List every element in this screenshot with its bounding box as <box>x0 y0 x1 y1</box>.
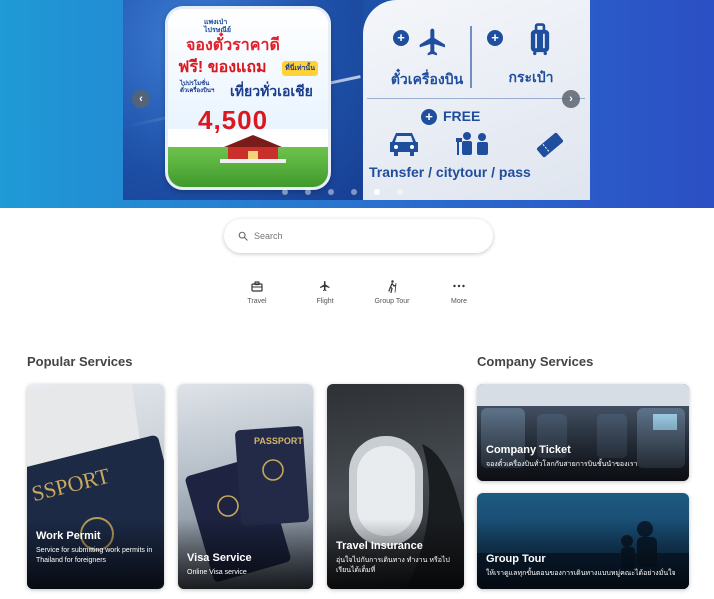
card-title: Work Permit <box>36 530 101 542</box>
category-group-tour[interactable]: Group Tour <box>367 279 417 305</box>
promo-small-line-1: แพงเป่า <box>204 19 228 26</box>
carousel-dot[interactable] <box>397 189 403 195</box>
ticket-icon <box>537 132 563 158</box>
car-icon <box>390 133 418 156</box>
carousel-dot[interactable] <box>282 189 288 195</box>
extras-label: Transfer / citytour / pass <box>369 164 531 180</box>
extras-icons <box>373 130 583 160</box>
temple-illustration <box>220 135 286 163</box>
banner-flight-service: + ตั๋วเครื่องบิน <box>377 22 477 91</box>
airplane-icon <box>419 28 445 56</box>
category-flight[interactable]: Flight <box>300 279 350 305</box>
hiker-icon <box>388 279 397 293</box>
service-card-travel-insurance[interactable]: Travel Insurance อุ่นใจไปกับการเดินทาง ท… <box>327 384 464 589</box>
promo-sub-small-2: ตั๋วเครื่องบินฯ <box>180 88 215 94</box>
tour-group-icon <box>456 132 488 155</box>
promo-sub-small-1: ไปปรโมชั่น <box>180 81 210 87</box>
carousel-dot[interactable] <box>305 189 311 195</box>
more-dots-icon <box>453 284 465 288</box>
banner-bag-service: + กระเป๋า <box>481 22 581 89</box>
promo-banner[interactable]: แพงเป่า ไปรษณีย์ จองตั๋วราคาดี ฟรี! ของแ… <box>123 0 590 200</box>
service-card-company-ticket[interactable]: Company Ticket จองตั๋วเครื่องบินทั่วโลกก… <box>477 384 689 481</box>
hero-section: แพงเป่า ไปรษณีย์ จองตั๋วราคาดี ฟรี! ของแ… <box>0 0 714 208</box>
free-label: FREE <box>443 108 481 124</box>
service-card-visa[interactable]: PASSPORT Visa Service Online Visa servic… <box>178 384 313 589</box>
carousel-next-button[interactable]: › <box>562 90 580 108</box>
popular-services-title: Popular Services <box>27 354 133 369</box>
card-title: Company Ticket <box>486 444 571 456</box>
banner-promo-panel: แพงเป่า ไปรษณีย์ จองตั๋วราคาดี ฟรี! ของแ… <box>123 0 363 200</box>
promo-sub-headline: เที่ยวทั่วเอเชีย <box>230 83 313 99</box>
category-label: Group Tour <box>374 298 410 305</box>
carousel-dot[interactable] <box>328 189 334 195</box>
promo-card: แพงเป่า ไปรษณีย์ จองตั๋วราคาดี ฟรี! ของแ… <box>165 6 331 190</box>
category-travel[interactable]: Travel <box>232 279 282 305</box>
promo-headline-2: ฟรี! ของแถม <box>178 59 267 76</box>
plus-icon: + <box>421 109 437 126</box>
category-more[interactable]: More <box>434 279 484 305</box>
plus-icon: + <box>393 30 409 46</box>
passport-text: PASSPORT <box>254 436 303 446</box>
search-icon <box>238 231 248 241</box>
category-label: More <box>451 298 467 305</box>
card-shade <box>327 519 464 589</box>
promo-price: 4,500 <box>198 105 269 135</box>
card-description: Service for submitting work permits in T… <box>36 547 153 564</box>
carousel-prev-button[interactable]: ‹ <box>132 90 150 108</box>
card-description: จองตั๋วเครื่องบินทั่วโลกกับสายการบินชั้น… <box>486 461 638 468</box>
divider <box>367 98 585 99</box>
flight-label: ตั๋วเครื่องบิน <box>390 71 464 87</box>
service-card-group-tour[interactable]: Group Tour ให้เราดูแลทุกขั้นตอนของการเดิ… <box>477 493 689 589</box>
banner-services-panel: + ตั๋วเครื่องบิน + กระเป๋า + FREE Transf… <box>363 0 590 200</box>
card-description: ให้เราดูแลทุกขั้นตอนของการเดินทางแบบหมู่… <box>486 570 676 577</box>
category-bar: Travel Flight Group Tour More <box>230 279 484 309</box>
card-title: Travel Insurance <box>336 540 423 552</box>
carousel-dot[interactable] <box>374 189 380 195</box>
luggage-icon <box>530 23 550 56</box>
plus-icon: + <box>487 30 503 46</box>
service-card-work-permit[interactable]: SSPORT Work Permit Service for submittin… <box>27 384 164 589</box>
divider <box>470 26 472 88</box>
carousel-dot[interactable] <box>351 189 357 195</box>
card-description: Online Visa service <box>187 569 247 576</box>
promo-tag: ที่นี่เท่านั้น <box>282 61 318 76</box>
card-description: อุ่นใจไปกับการเดินทาง ทำงาน หรือไปเรียนไ… <box>336 557 450 574</box>
card-title: Group Tour <box>486 553 546 565</box>
carousel-dots <box>282 182 420 200</box>
search-bar[interactable] <box>224 219 493 253</box>
search-input[interactable] <box>254 231 474 241</box>
airplane-icon <box>320 281 330 291</box>
category-label: Flight <box>316 298 334 305</box>
free-row: + FREE <box>421 108 481 126</box>
company-services-title: Company Services <box>477 354 594 369</box>
bag-label: กระเป๋า <box>508 69 554 85</box>
category-label: Travel <box>247 298 267 305</box>
promo-sub-small: ไปปรโมชั่น ตั๋วเครื่องบินฯ <box>180 81 214 95</box>
card-title: Visa Service <box>187 552 252 564</box>
briefcase-icon <box>251 280 263 292</box>
